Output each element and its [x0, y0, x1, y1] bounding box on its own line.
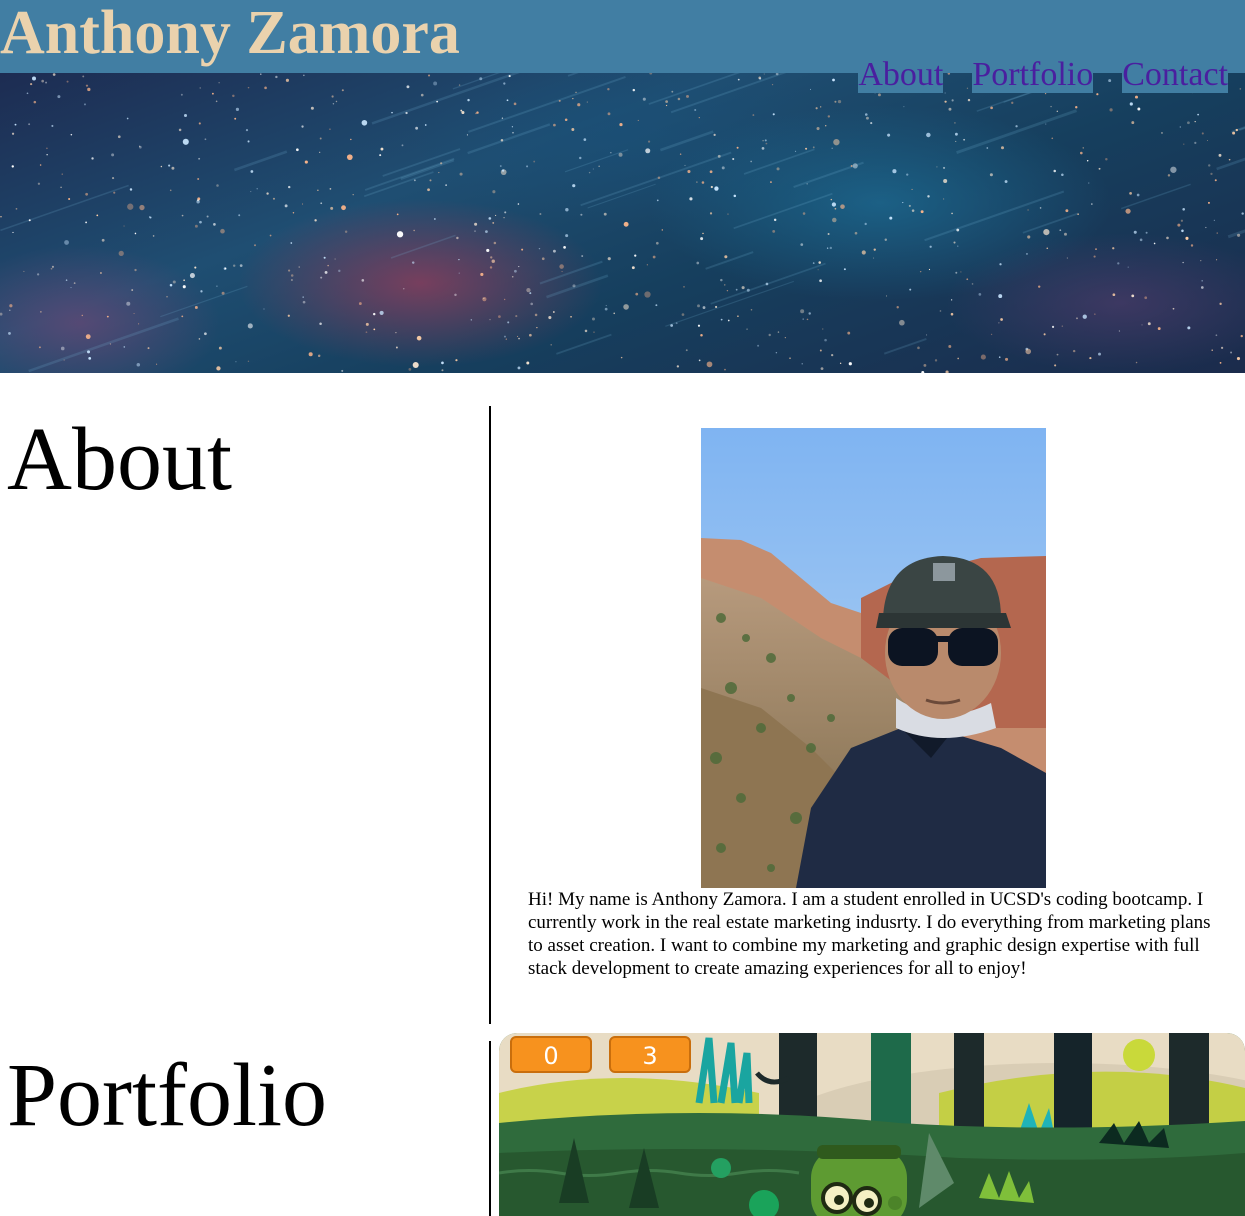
- profile-photo: [701, 428, 1046, 888]
- page: Anthony Zamora About Portfolio Contact A…: [0, 0, 1245, 1216]
- nav-link-contact[interactable]: Contact: [1122, 56, 1228, 93]
- about-bio-text: Hi! My name is Anthony Zamora. I am a st…: [528, 889, 1211, 979]
- site-title: Anthony Zamora: [0, 0, 460, 67]
- portfolio-project-thumbnail[interactable]: 0 3: [499, 1033, 1245, 1216]
- score-badge-left: 0: [510, 1036, 592, 1073]
- starfield: [0, 73, 1245, 373]
- about-heading: About: [7, 410, 232, 509]
- portfolio-heading: Portfolio: [7, 1046, 328, 1145]
- about-divider: [489, 406, 491, 1024]
- profile-photo-illustration: [701, 428, 1046, 888]
- portfolio-divider: [489, 1041, 491, 1216]
- main-nav: About Portfolio Contact: [858, 56, 1228, 93]
- nav-link-portfolio[interactable]: Portfolio: [972, 56, 1094, 93]
- nav-link-about[interactable]: About: [858, 56, 944, 93]
- score-badge-right: 3: [609, 1036, 691, 1073]
- hero-banner-image: [0, 73, 1245, 373]
